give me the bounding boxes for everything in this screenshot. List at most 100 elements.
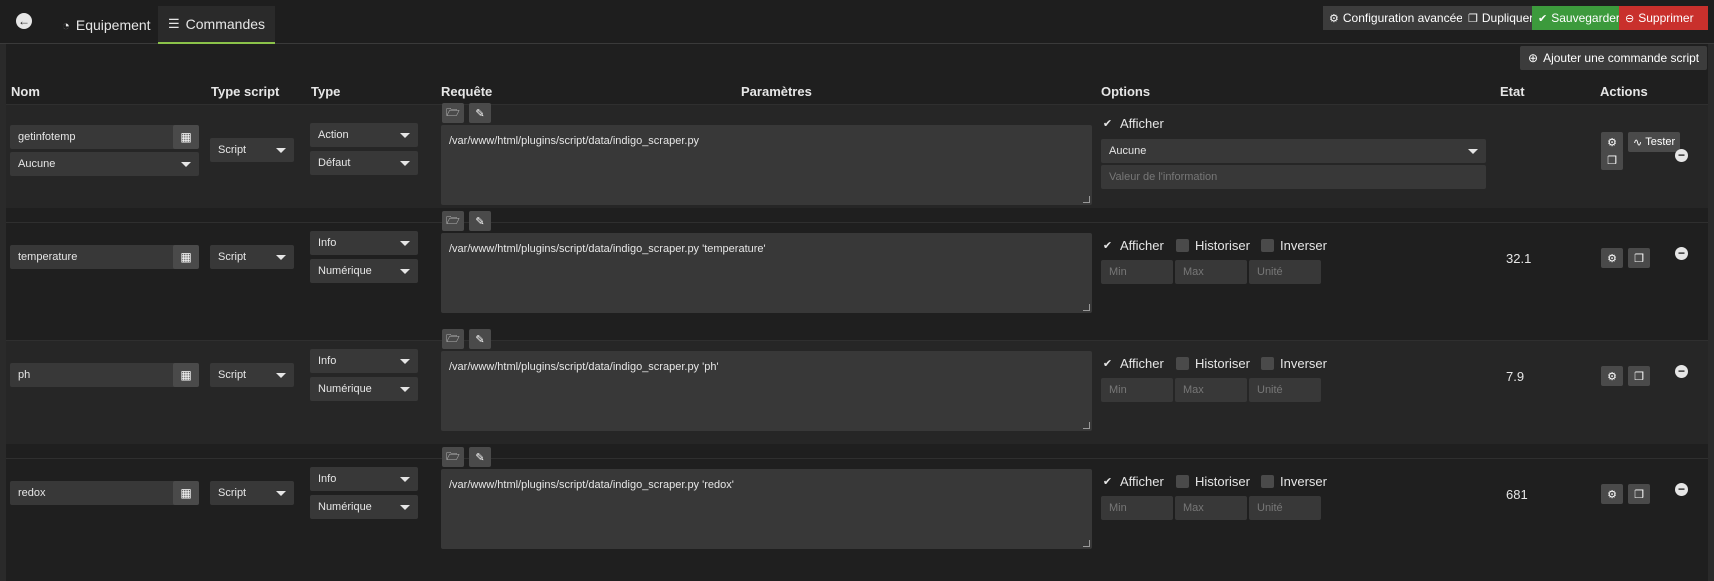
cogs-icon[interactable]: ⚙ [1601, 484, 1623, 504]
tab-equipement-label: Equipement [75, 17, 151, 33]
minus-circle-icon: ⊖ [1625, 12, 1635, 25]
afficher-checkbox[interactable]: ✔ Afficher [1101, 473, 1164, 489]
cmd-link-icon[interactable]: ▦ [173, 125, 199, 149]
subtype-select[interactable]: Défaut [310, 151, 418, 175]
edit-icon[interactable]: ✎ [469, 447, 491, 467]
top-bar: ← ◔ Equipement ☰ Commandes ⚙ Configurati… [0, 0, 1714, 44]
afficher-checkbox[interactable]: ✔ Afficher [1101, 115, 1164, 131]
type-select[interactable]: Action [310, 123, 418, 147]
checkbox-box [1176, 238, 1189, 252]
folder-open-icon[interactable]: 🗁 [442, 211, 464, 231]
duplicate-label: Dupliquer [1481, 11, 1534, 25]
edit-icon[interactable]: ✎ [469, 103, 491, 123]
unit-input[interactable]: Unité [1249, 260, 1321, 284]
command-name-input[interactable]: redox [10, 481, 177, 505]
inverser-label: Inverser [1280, 355, 1327, 371]
request-textarea[interactable]: /var/www/html/plugins/script/data/indigo… [441, 351, 1092, 431]
duplicate-row-icon[interactable]: ❐ [1628, 248, 1650, 268]
historiser-label: Historiser [1195, 355, 1250, 371]
inverser-checkbox[interactable]: Inverser [1261, 355, 1327, 371]
table-row: getinfotemp ▦ Aucune Script Action Défau… [6, 103, 1708, 208]
command-name-input[interactable]: ph [10, 363, 177, 387]
historiser-checkbox[interactable]: Historiser [1176, 473, 1250, 489]
tab-commandes-label: Commandes [185, 16, 266, 32]
edit-icon[interactable]: ✎ [469, 211, 491, 231]
folder-open-icon[interactable]: 🗁 [442, 447, 464, 467]
command-name-input[interactable]: temperature [10, 245, 177, 269]
cogs-icon[interactable]: ⚙ [1601, 132, 1623, 152]
column-header-requete: Requête [441, 84, 493, 99]
inverser-checkbox[interactable]: Inverser [1261, 237, 1327, 253]
max-input[interactable]: Max [1175, 260, 1247, 284]
check-circle-icon: ✔ [1538, 12, 1548, 25]
column-header-options: Options [1101, 84, 1151, 99]
historiser-checkbox[interactable]: Historiser [1176, 355, 1250, 371]
type-select[interactable]: Info [310, 467, 418, 491]
min-input[interactable]: Min [1101, 496, 1173, 520]
inverser-checkbox[interactable]: Inverser [1261, 473, 1327, 489]
remove-row-icon[interactable]: − [1675, 365, 1688, 378]
folder-open-icon[interactable]: 🗁 [442, 329, 464, 349]
inverser-label: Inverser [1280, 473, 1327, 489]
column-header-parametres: Paramètres [741, 84, 812, 99]
request-textarea[interactable]: /var/www/html/plugins/script/data/indigo… [441, 125, 1092, 205]
request-textarea[interactable]: /var/www/html/plugins/script/data/indigo… [441, 233, 1092, 313]
option-select[interactable]: Aucune [1101, 139, 1486, 163]
cogs-icon[interactable]: ⚙ [1601, 366, 1623, 386]
cmd-link-icon[interactable]: ▦ [173, 245, 199, 269]
cmd-link-icon[interactable]: ▦ [173, 363, 199, 387]
column-header-type: Type [311, 84, 341, 99]
column-header-type-script: Type script [211, 84, 280, 99]
test-button[interactable]: ∿ Tester [1628, 132, 1681, 152]
subtype-select[interactable]: Numérique [310, 259, 418, 283]
script-type-select[interactable]: Script [210, 138, 294, 162]
add-command-button[interactable]: ⊕ Ajouter une commande script [1520, 46, 1708, 70]
afficher-label: Afficher [1120, 355, 1164, 371]
min-input[interactable]: Min [1101, 378, 1173, 402]
table-row: temperature ▦ Script Info Numérique 🗁 ✎ … [6, 211, 1708, 326]
afficher-checkbox[interactable]: ✔ Afficher [1101, 237, 1164, 253]
cmd-link-icon[interactable]: ▦ [173, 481, 199, 505]
remove-row-icon[interactable]: − [1675, 247, 1688, 260]
delete-button[interactable]: ⊖ Supprimer [1619, 6, 1708, 30]
command-link-select[interactable]: Aucune [10, 152, 199, 176]
tab-equipement[interactable]: ◔ Equipement [52, 6, 161, 44]
copy-icon: ❐ [1468, 12, 1478, 25]
max-input[interactable]: Max [1175, 496, 1247, 520]
edit-icon[interactable]: ✎ [469, 329, 491, 349]
save-button[interactable]: ✔ Sauvegarder [1532, 6, 1626, 30]
script-type-select[interactable]: Script [210, 245, 294, 269]
duplicate-row-icon[interactable]: ❐ [1628, 484, 1650, 504]
unit-input[interactable]: Unité [1249, 496, 1321, 520]
type-select[interactable]: Info [310, 349, 418, 373]
folder-open-icon[interactable]: 🗁 [442, 103, 464, 123]
command-name-input[interactable]: getinfotemp [10, 125, 177, 149]
historiser-label: Historiser [1195, 237, 1250, 253]
cogs-icon: ⚙ [1329, 12, 1339, 25]
unit-input[interactable]: Unité [1249, 378, 1321, 402]
info-value-input[interactable]: Valeur de l'information [1101, 165, 1486, 189]
duplicate-button[interactable]: ❐ Dupliquer [1462, 6, 1540, 30]
advanced-config-button[interactable]: ⚙ Configuration avancée [1323, 6, 1469, 30]
historiser-checkbox[interactable]: Historiser [1176, 237, 1250, 253]
advanced-config-label: Configuration avancée [1342, 11, 1463, 25]
subtype-select[interactable]: Numérique [310, 495, 418, 519]
max-input[interactable]: Max [1175, 378, 1247, 402]
tab-commandes[interactable]: ☰ Commandes [158, 6, 276, 44]
duplicate-row-icon[interactable]: ❐ [1601, 150, 1623, 170]
script-type-select[interactable]: Script [210, 481, 294, 505]
plus-circle-icon: ⊕ [1528, 51, 1539, 65]
min-input[interactable]: Min [1101, 260, 1173, 284]
afficher-checkbox[interactable]: ✔ Afficher [1101, 355, 1164, 371]
remove-row-icon[interactable]: − [1675, 149, 1688, 162]
type-select[interactable]: Info [310, 231, 418, 255]
script-type-select[interactable]: Script [210, 363, 294, 387]
checkbox-box [1176, 474, 1189, 488]
duplicate-row-icon[interactable]: ❐ [1628, 366, 1650, 386]
subtype-select[interactable]: Numérique [310, 377, 418, 401]
list-icon: ☰ [168, 16, 180, 31]
remove-row-icon[interactable]: − [1675, 483, 1688, 496]
request-textarea[interactable]: /var/www/html/plugins/script/data/indigo… [441, 469, 1092, 549]
cogs-icon[interactable]: ⚙ [1601, 248, 1623, 268]
back-arrow-icon[interactable]: ← [16, 13, 32, 29]
